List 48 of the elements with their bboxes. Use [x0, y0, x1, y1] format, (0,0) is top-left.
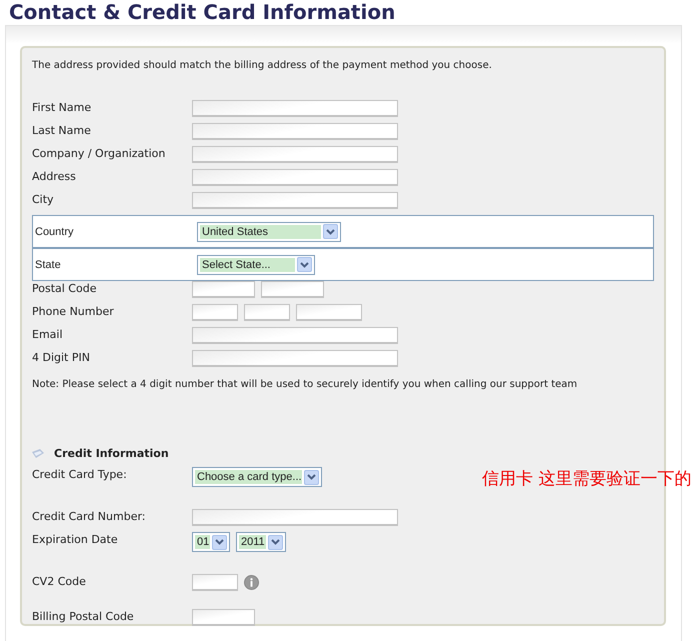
input-field[interactable] [192, 350, 398, 367]
note-text: Note: Please select a 4 digit number that will be used to securely identify you when calling our support team [32, 378, 578, 392]
caret-icon [326, 228, 335, 234]
caret-icon [300, 262, 309, 268]
input-field[interactable] [192, 100, 398, 117]
input-field[interactable] [192, 123, 398, 140]
section-heading: Credit Information [54, 447, 169, 460]
field-label: Credit Card Number: [32, 509, 147, 524]
caret-icon [307, 474, 316, 480]
field-label: CV2 Code [32, 574, 87, 589]
card-icon [32, 449, 44, 458]
info-icon[interactable] [244, 575, 259, 590]
input-field[interactable] [192, 146, 398, 163]
input-field[interactable] [192, 169, 398, 186]
field-label: Email [32, 327, 64, 342]
field-label: Address [32, 169, 77, 184]
input-field[interactable] [192, 609, 255, 626]
input-field[interactable] [192, 304, 238, 321]
input-field[interactable] [244, 304, 290, 321]
field-label: City [32, 192, 55, 207]
input-field[interactable] [192, 281, 255, 298]
field-label: Expiration Date [32, 532, 119, 547]
input-field[interactable] [192, 192, 398, 209]
select-dropdown[interactable]: United States [197, 222, 341, 242]
select-dropdown[interactable]: 2011 [236, 532, 286, 552]
field-label: Country [35, 225, 75, 239]
page-title: Contact & Credit Card Information [9, 0, 396, 25]
field-label: Last Name [32, 123, 92, 138]
caret-icon [215, 539, 224, 545]
select-dropdown[interactable]: Select State... [197, 254, 315, 274]
field-label: Company / Organization [32, 146, 166, 161]
input-field[interactable] [192, 509, 398, 526]
field-label: Billing Postal Code [32, 609, 135, 624]
select-dropdown[interactable]: Choose a card type... [192, 467, 322, 487]
input-field[interactable] [296, 304, 362, 321]
input-field[interactable] [192, 327, 398, 344]
select-dropdown[interactable]: 01 [192, 532, 230, 552]
field-label: 4 Digit PIN [32, 350, 91, 365]
field-label: Postal Code [32, 281, 98, 296]
field-label: First Name [32, 100, 92, 115]
annotation-text: 信用卡 这里需要验证一下的 [482, 468, 692, 491]
intro-text: The address provided should match the billing address of the payment method you choose. [32, 59, 493, 73]
input-field[interactable] [192, 574, 238, 591]
field-label: Credit Card Type: [32, 467, 128, 482]
caret-icon [271, 539, 280, 545]
field-label: State [35, 258, 62, 272]
input-field[interactable] [261, 281, 324, 298]
field-label: Phone Number [32, 304, 115, 319]
